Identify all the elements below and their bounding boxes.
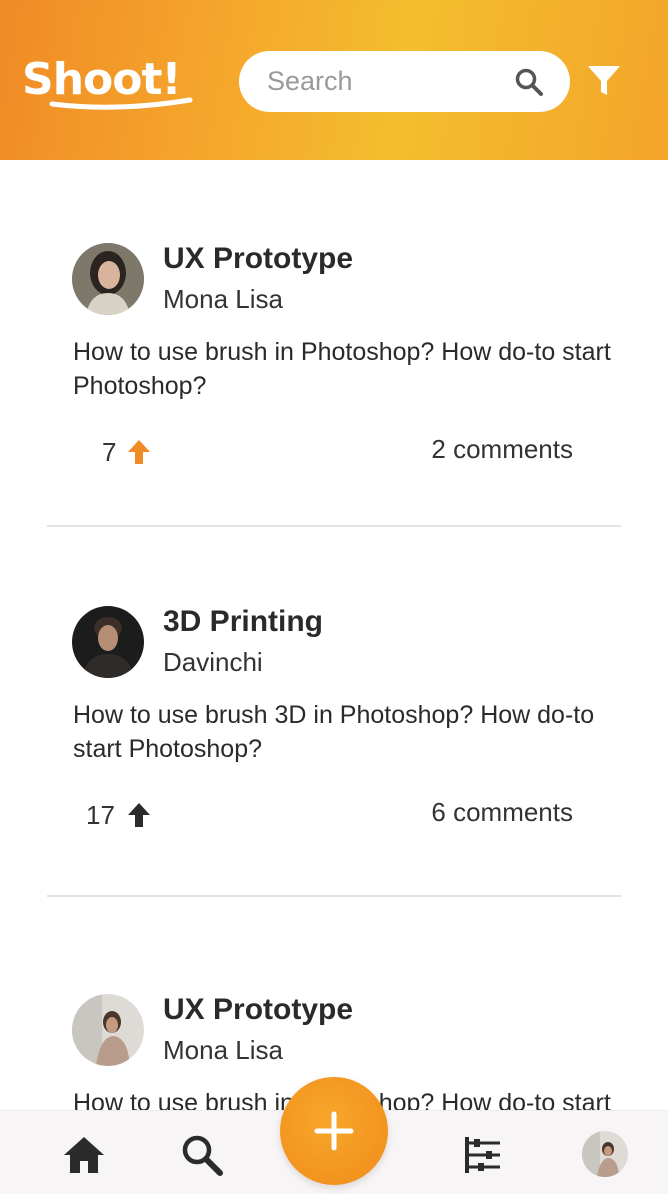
post-author[interactable]: Davinchi <box>163 647 263 678</box>
logo-swoosh-icon <box>49 97 193 110</box>
filter-icon <box>588 66 620 95</box>
search-icon <box>515 68 543 96</box>
search-icon <box>182 1135 223 1176</box>
profile-avatar <box>582 1131 628 1177</box>
vote-count: 17 <box>86 800 115 830</box>
add-icon <box>314 1111 354 1151</box>
upvote-arrow-icon <box>128 803 150 827</box>
upvote-button[interactable] <box>127 439 151 465</box>
post-body: How to use brush 3D in Photoshop? How do… <box>73 701 595 763</box>
search-bar <box>239 51 570 112</box>
comments-link[interactable]: 6 comments <box>431 797 573 828</box>
search-input[interactable] <box>267 51 497 112</box>
search-button[interactable] <box>514 67 544 97</box>
app-logo[interactable]: Shoot! <box>22 52 198 112</box>
sliders-icon <box>465 1137 500 1173</box>
nav-home-button[interactable] <box>62 1133 106 1177</box>
upvote-button[interactable] <box>127 802 151 828</box>
divider <box>47 895 621 897</box>
post-body: How to use brush in Photoshop? How do-to… <box>73 338 611 400</box>
avatar-image <box>72 243 144 315</box>
post-feed[interactable]: UX Prototype Mona Lisa How to use brush … <box>0 160 668 1110</box>
add-post-button[interactable] <box>280 1077 388 1185</box>
filter-button[interactable] <box>586 62 622 98</box>
post-title[interactable]: UX Prototype <box>163 242 353 276</box>
post-title[interactable]: UX Prototype <box>163 993 353 1027</box>
avatar[interactable] <box>72 994 144 1066</box>
comments-link[interactable]: 2 comments <box>431 434 573 465</box>
home-icon <box>64 1137 104 1173</box>
post-author[interactable]: Mona Lisa <box>163 284 283 315</box>
avatar[interactable] <box>72 243 144 315</box>
upvote-arrow-icon <box>128 440 150 464</box>
nav-search-button[interactable] <box>180 1133 224 1177</box>
post-author[interactable]: Mona Lisa <box>163 1035 283 1066</box>
avatar[interactable] <box>72 606 144 678</box>
avatar-image <box>72 994 144 1066</box>
post-title[interactable]: 3D Printing <box>163 605 323 639</box>
nav-filters-button[interactable] <box>460 1133 504 1177</box>
vote-count: 7 <box>102 437 117 467</box>
divider <box>47 525 621 527</box>
app-header: Shoot! <box>0 0 668 160</box>
avatar-image <box>72 606 144 678</box>
nav-profile-avatar[interactable] <box>582 1131 628 1177</box>
